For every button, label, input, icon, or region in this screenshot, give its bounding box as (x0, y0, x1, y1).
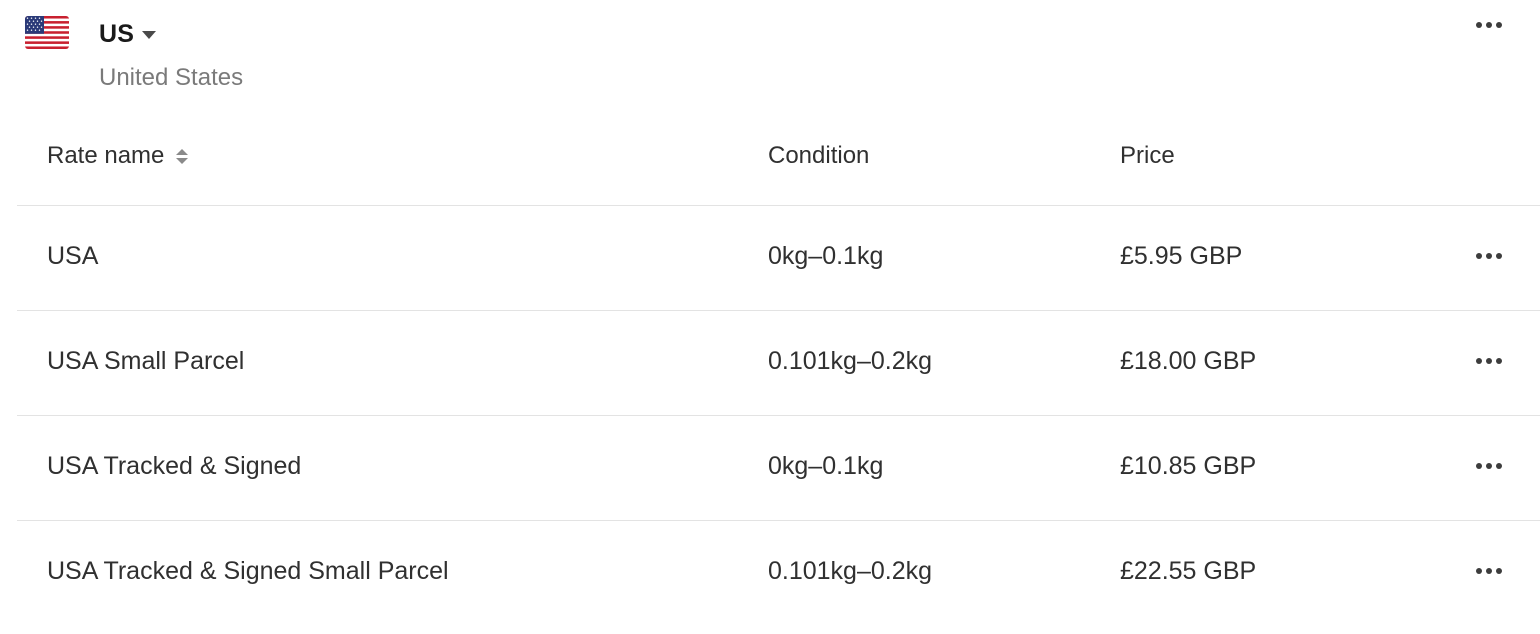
table-row: USA 0kg–0.1kg £5.95 GBP (17, 206, 1540, 311)
table-row: USA Tracked & Signed 0kg–0.1kg £10.85 GB… (17, 416, 1540, 521)
rate-price: £18.00 GBP (1120, 347, 1257, 375)
table-row: USA Small Parcel 0.101kg–0.2kg £18.00 GB… (17, 311, 1540, 416)
rate-name: USA Small Parcel (47, 347, 245, 375)
more-horizontal-icon (1476, 22, 1482, 28)
table-row: USA Tracked & Signed Small Parcel 0.101k… (17, 521, 1540, 625)
row-more-actions-button[interactable] (1469, 244, 1509, 268)
more-horizontal-icon (1476, 463, 1482, 469)
shipping-zone: US United States Rate name Condition Pri… (0, 0, 1540, 634)
zone-code: US (99, 19, 135, 48)
us-flag-icon (25, 16, 69, 49)
rate-name: USA (47, 242, 99, 270)
zone-more-actions-button[interactable] (1469, 13, 1509, 37)
sort-icon (176, 148, 189, 164)
row-more-actions-button[interactable] (1469, 454, 1509, 478)
rate-name: USA Tracked & Signed (47, 452, 302, 480)
row-more-actions-button[interactable] (1469, 349, 1509, 373)
rate-price: £22.55 GBP (1120, 557, 1257, 585)
rate-condition: 0kg–0.1kg (768, 452, 884, 480)
more-horizontal-icon (1476, 568, 1482, 574)
more-dot (1486, 358, 1492, 364)
column-header-label: Rate name (47, 142, 165, 169)
rate-condition: 0.101kg–0.2kg (768, 557, 933, 585)
caret-down-icon (142, 31, 157, 39)
more-dot (1486, 253, 1492, 259)
table-header: Rate name Condition Price (17, 108, 1540, 206)
country-name: United States (99, 64, 244, 91)
more-dot (1496, 568, 1502, 574)
more-dot (1496, 463, 1502, 469)
column-header-condition: Condition (768, 142, 870, 169)
column-header-rate-name[interactable]: Rate name (47, 142, 189, 170)
column-header-price: Price (1120, 142, 1175, 169)
zone-code-dropdown[interactable]: US (99, 18, 157, 50)
rates-table: Rate name Condition Price USA 0kg–0.1kg … (17, 108, 1540, 625)
more-dot (1496, 253, 1502, 259)
rate-price: £10.85 GBP (1120, 452, 1257, 480)
more-dot (1496, 22, 1502, 28)
row-more-actions-button[interactable] (1469, 559, 1509, 583)
more-horizontal-icon (1476, 358, 1482, 364)
more-horizontal-icon (1476, 253, 1482, 259)
rate-condition: 0.101kg–0.2kg (768, 347, 933, 375)
rate-price: £5.95 GBP (1120, 242, 1243, 270)
rate-name: USA Tracked & Signed Small Parcel (47, 557, 449, 585)
zone-header: US United States (0, 0, 1540, 120)
rate-condition: 0kg–0.1kg (768, 242, 884, 270)
more-dot (1486, 22, 1492, 28)
more-dot (1496, 358, 1502, 364)
more-dot (1486, 568, 1492, 574)
more-dot (1486, 463, 1492, 469)
